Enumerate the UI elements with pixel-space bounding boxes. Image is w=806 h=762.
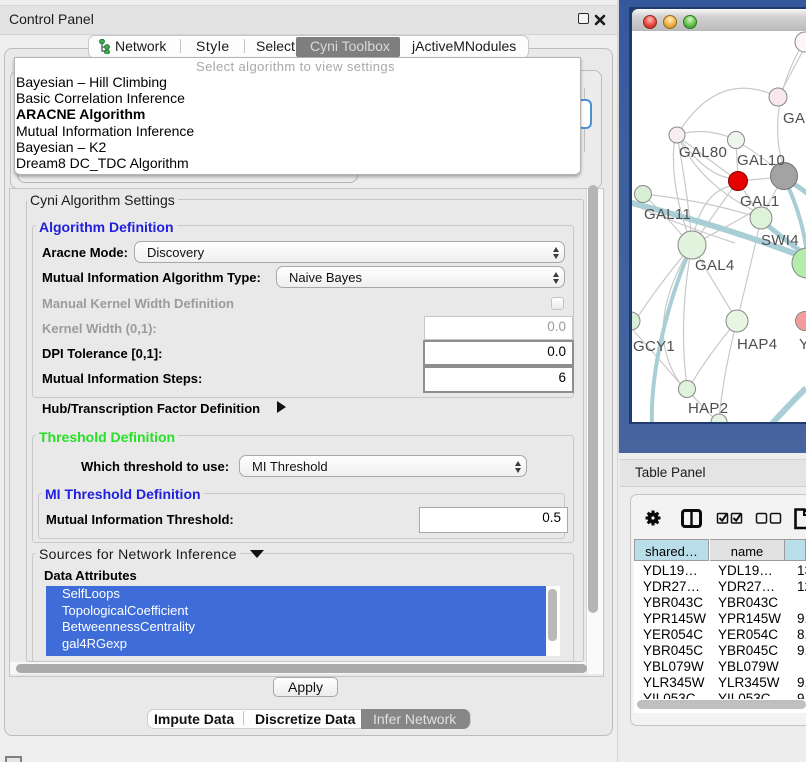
svg-text:GAL10: GAL10 xyxy=(737,152,785,169)
svg-text:HAP2: HAP2 xyxy=(688,400,728,417)
svg-text:GAL2: GAL2 xyxy=(783,110,806,127)
svg-text:GAL4: GAL4 xyxy=(695,257,735,274)
svg-text:GAL80: GAL80 xyxy=(679,144,727,161)
svg-text:SWI4: SWI4 xyxy=(761,232,799,249)
svg-text:GCY1: GCY1 xyxy=(633,338,675,355)
svg-text:GAL1: GAL1 xyxy=(740,193,780,210)
svg-text:HAP4: HAP4 xyxy=(737,336,777,353)
svg-text:GAL11: GAL11 xyxy=(644,206,691,223)
svg-text:YD: YD xyxy=(799,336,806,353)
